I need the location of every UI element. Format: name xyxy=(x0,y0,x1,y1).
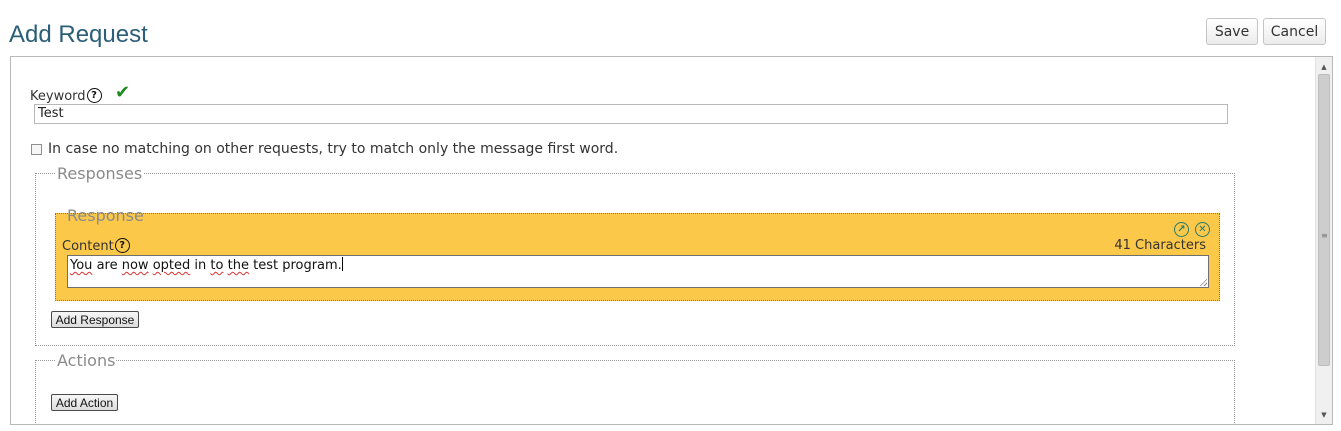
text-caret xyxy=(341,257,343,271)
page-title: Add Request xyxy=(9,21,148,48)
content-word: You xyxy=(70,258,93,273)
content-label: Content xyxy=(62,239,114,254)
content-textarea[interactable]: You are now opted in to the test program… xyxy=(67,255,1209,288)
scroll-up-arrow-icon[interactable]: ▲ xyxy=(1316,59,1332,74)
first-word-checkbox[interactable] xyxy=(31,143,42,155)
content-help-icon[interactable]: ? xyxy=(114,238,130,253)
response-legend: Response xyxy=(67,206,144,225)
keyword-valid-check-icon: ✔ xyxy=(115,82,131,103)
content-label-row: Content? xyxy=(62,238,130,254)
textarea-resize-handle[interactable] xyxy=(1199,278,1207,286)
cancel-button[interactable]: Cancel xyxy=(1263,18,1326,45)
responses-legend: Responses xyxy=(57,164,143,183)
first-word-option-row: In case no matching on other requests, t… xyxy=(31,141,618,157)
actions-fieldset: Actions xyxy=(35,351,1235,424)
content-word: now xyxy=(121,258,149,273)
keyword-label: Keyword xyxy=(30,89,86,104)
save-button[interactable]: Save xyxy=(1206,18,1258,45)
content-word: opted xyxy=(152,258,191,273)
scrollbar-thumb[interactable]: ≡ xyxy=(1318,74,1330,366)
response-item: Response ↗ ✕ Content? 41 Characters You … xyxy=(55,206,1220,301)
vertical-scrollbar[interactable]: ▲ ≡ ▼ xyxy=(1315,57,1332,424)
content-word: to xyxy=(210,258,224,273)
remove-response-icon[interactable]: ✕ xyxy=(1195,222,1210,237)
keyword-label-row: Keyword? xyxy=(30,88,102,104)
content-word: test program. xyxy=(253,258,342,273)
keyword-help-icon[interactable]: ? xyxy=(86,88,102,103)
first-word-label: In case no matching on other requests, t… xyxy=(48,141,619,157)
actions-legend: Actions xyxy=(57,351,116,370)
add-action-button[interactable]: Add Action xyxy=(51,394,118,411)
expand-icon[interactable]: ↗ xyxy=(1174,222,1189,237)
add-response-button[interactable]: Add Response xyxy=(51,311,139,328)
request-form-panel: Keyword? ✔ Test In case no matching on o… xyxy=(10,56,1333,425)
content-word: the xyxy=(227,258,249,273)
char-count: 41 Characters xyxy=(1114,238,1206,253)
content-word: in xyxy=(194,258,207,273)
keyword-input[interactable]: Test xyxy=(34,104,1228,124)
scroll-down-arrow-icon[interactable]: ▼ xyxy=(1316,407,1332,422)
scrollbar-grip-icon: ≡ xyxy=(1321,231,1328,240)
content-word: are xyxy=(96,258,118,273)
